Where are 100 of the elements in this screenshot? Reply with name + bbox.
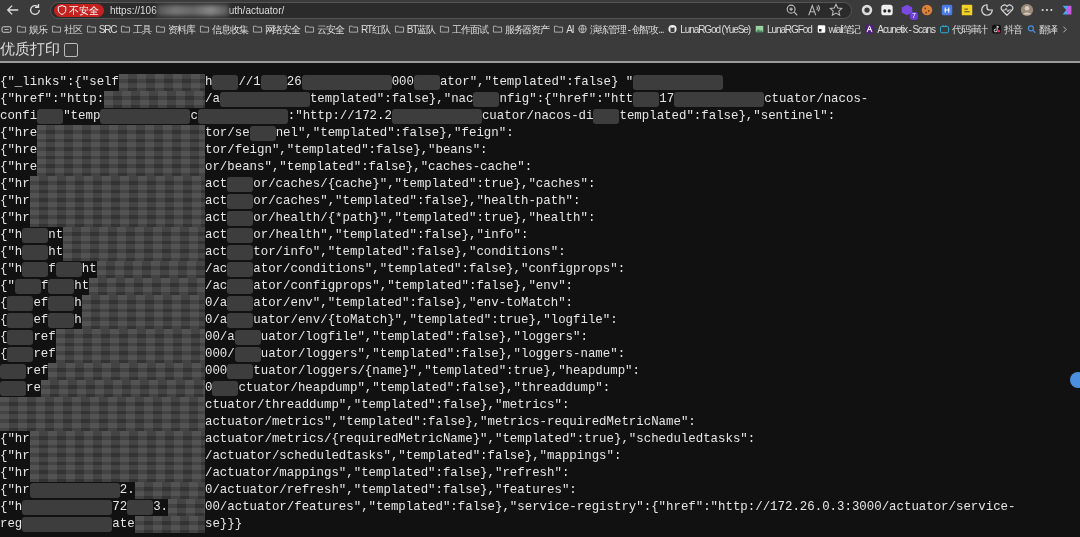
redaction-smudge (227, 364, 254, 379)
redaction-smudge (473, 92, 500, 107)
folder-icon (490, 24, 504, 34)
square-extension-icon[interactable] (940, 3, 954, 17)
code-text: h (74, 312, 82, 329)
code-text: {"h (0, 261, 23, 278)
redaction-smudge (212, 381, 239, 396)
code-text: {"h (0, 499, 23, 516)
code-text: ref (26, 363, 49, 380)
redaction-smudge (7, 347, 34, 362)
code-text: 0/a (205, 295, 228, 312)
code-text: c (190, 108, 198, 125)
health-icon[interactable] (1000, 3, 1014, 17)
code-text: or/health/{*path}","templated":true},"health": (253, 210, 596, 227)
back-icon[interactable] (6, 3, 20, 17)
code-text: {"hr (0, 482, 30, 499)
code-text: or/caches","templated":false},"health-path": (253, 193, 581, 210)
redaction-smudge (7, 330, 34, 345)
redaction-smudge (249, 126, 276, 141)
bookmark[interactable]: 网络安全 (250, 21, 301, 37)
pretty-print-checkbox[interactable] (64, 42, 78, 57)
redaction-smudge (227, 296, 254, 311)
bookmark[interactable]: wiali笔记 (814, 21, 861, 37)
bookmark[interactable]: 信息收集 (197, 21, 248, 37)
circle-extension-icon[interactable] (860, 3, 874, 17)
bookmark[interactable]: 翻译 (1025, 21, 1057, 37)
code-text: {"hr (0, 431, 30, 448)
code-text: "temp (63, 108, 101, 125)
code-text: ref (33, 346, 56, 363)
redaction-smudge (55, 262, 82, 277)
bookmark[interactable]: 代码审计 (937, 21, 988, 37)
code-text: or/caches/{cache}","templated":true},"caches": (253, 176, 596, 193)
code-text: ator/env","templated":false},"env-toMatch": (253, 295, 574, 312)
code-text: or/health","templated":false},"info": (253, 227, 529, 244)
address-bar[interactable]: 不安全 https://106 uth/actuator/ (50, 1, 852, 19)
code-text: 17 (659, 91, 675, 108)
redaction-smudge (227, 262, 254, 277)
bookmark[interactable]: 抖音 (990, 21, 1023, 37)
code-text: actuator/metrics/{requiredMetricName}","templated":true},"scheduledtasks": (205, 431, 756, 448)
code-text: {" (0, 278, 15, 295)
folder-icon (119, 24, 133, 34)
code-text: 3. (153, 499, 169, 516)
code-text: ref (33, 329, 56, 346)
code-text: /actuator/scheduledtasks","templated":false},"mappings": (205, 448, 622, 465)
redaction-smudge (48, 296, 75, 311)
code-text: f (40, 278, 49, 295)
code-text: ht (48, 244, 64, 261)
code-text: templated":false},"sentinel": (619, 108, 836, 125)
code-text: h (74, 295, 82, 312)
code-text: ht (81, 261, 97, 278)
bookmark[interactable]: SRC (84, 21, 117, 37)
redaction-smudge (227, 279, 254, 294)
avatar-icon[interactable] (1020, 3, 1034, 17)
bookmark[interactable]: LunaRGod (YueSe) (666, 21, 750, 37)
bookmark[interactable]: 工具 (119, 21, 152, 37)
code-text: 72 (112, 499, 128, 516)
redaction-smudge (260, 75, 287, 90)
zoom-icon[interactable] (785, 3, 799, 17)
code-text: reg (0, 516, 23, 533)
pretty-print-label: 优质打印 (0, 39, 60, 61)
code-text: act (205, 227, 228, 244)
redaction-smudge (0, 364, 26, 379)
cookie-extension-icon[interactable] (920, 3, 934, 17)
code-text: tor/se (205, 125, 250, 142)
bookmark[interactable]: 社区 (49, 21, 82, 37)
bookmark[interactable]: 云安全 (303, 21, 344, 37)
code-text: h (205, 74, 213, 91)
bookmark[interactable]: 资料库 (154, 21, 195, 37)
code-text: /a (205, 91, 220, 108)
code-text: { (0, 329, 8, 346)
code-text: ate (112, 516, 135, 533)
bookmark[interactable]: AI (552, 21, 574, 37)
code-text: 0 (205, 380, 213, 397)
code-text: ht (74, 278, 90, 295)
bookmark[interactable]: BT蓝队 (392, 21, 436, 37)
folder-icon (392, 24, 406, 34)
folder-icon (15, 24, 28, 34)
bookmark[interactable]: Acunetix - Scans (863, 21, 935, 37)
bookmark[interactable]: 演练管理 - 创智攻... (576, 21, 664, 37)
bookmark[interactable]: 工作面试 (438, 21, 488, 37)
bookmark[interactable]: LunaRGFod (753, 21, 812, 37)
reload-icon[interactable] (28, 3, 42, 17)
bookmark[interactable]: RT红队 (346, 21, 390, 37)
read-aloud-icon[interactable] (807, 3, 821, 17)
star-icon[interactable] (829, 3, 843, 17)
bookmark[interactable]: 服务器资产 (490, 21, 550, 37)
redaction-smudge (212, 75, 239, 90)
security-warning-badge[interactable]: 不安全 (54, 3, 104, 17)
code-text: { (0, 295, 8, 312)
tablet-icon[interactable] (1, 23, 12, 35)
mask-extension-icon[interactable] (880, 3, 894, 17)
code-text: 000 (391, 74, 414, 91)
code-text: ctuator/threaddump","templated":false},"metrics": (205, 397, 570, 414)
code-text: cuator/nacos-di (481, 108, 594, 125)
note-extension-icon[interactable] (960, 3, 974, 17)
bookmark[interactable]: 娱乐 (15, 21, 47, 37)
code-text: {"h (0, 244, 23, 261)
letter-a-icon (863, 24, 877, 34)
code-text: 2. (119, 482, 135, 499)
code-text: {"hre (0, 125, 38, 142)
